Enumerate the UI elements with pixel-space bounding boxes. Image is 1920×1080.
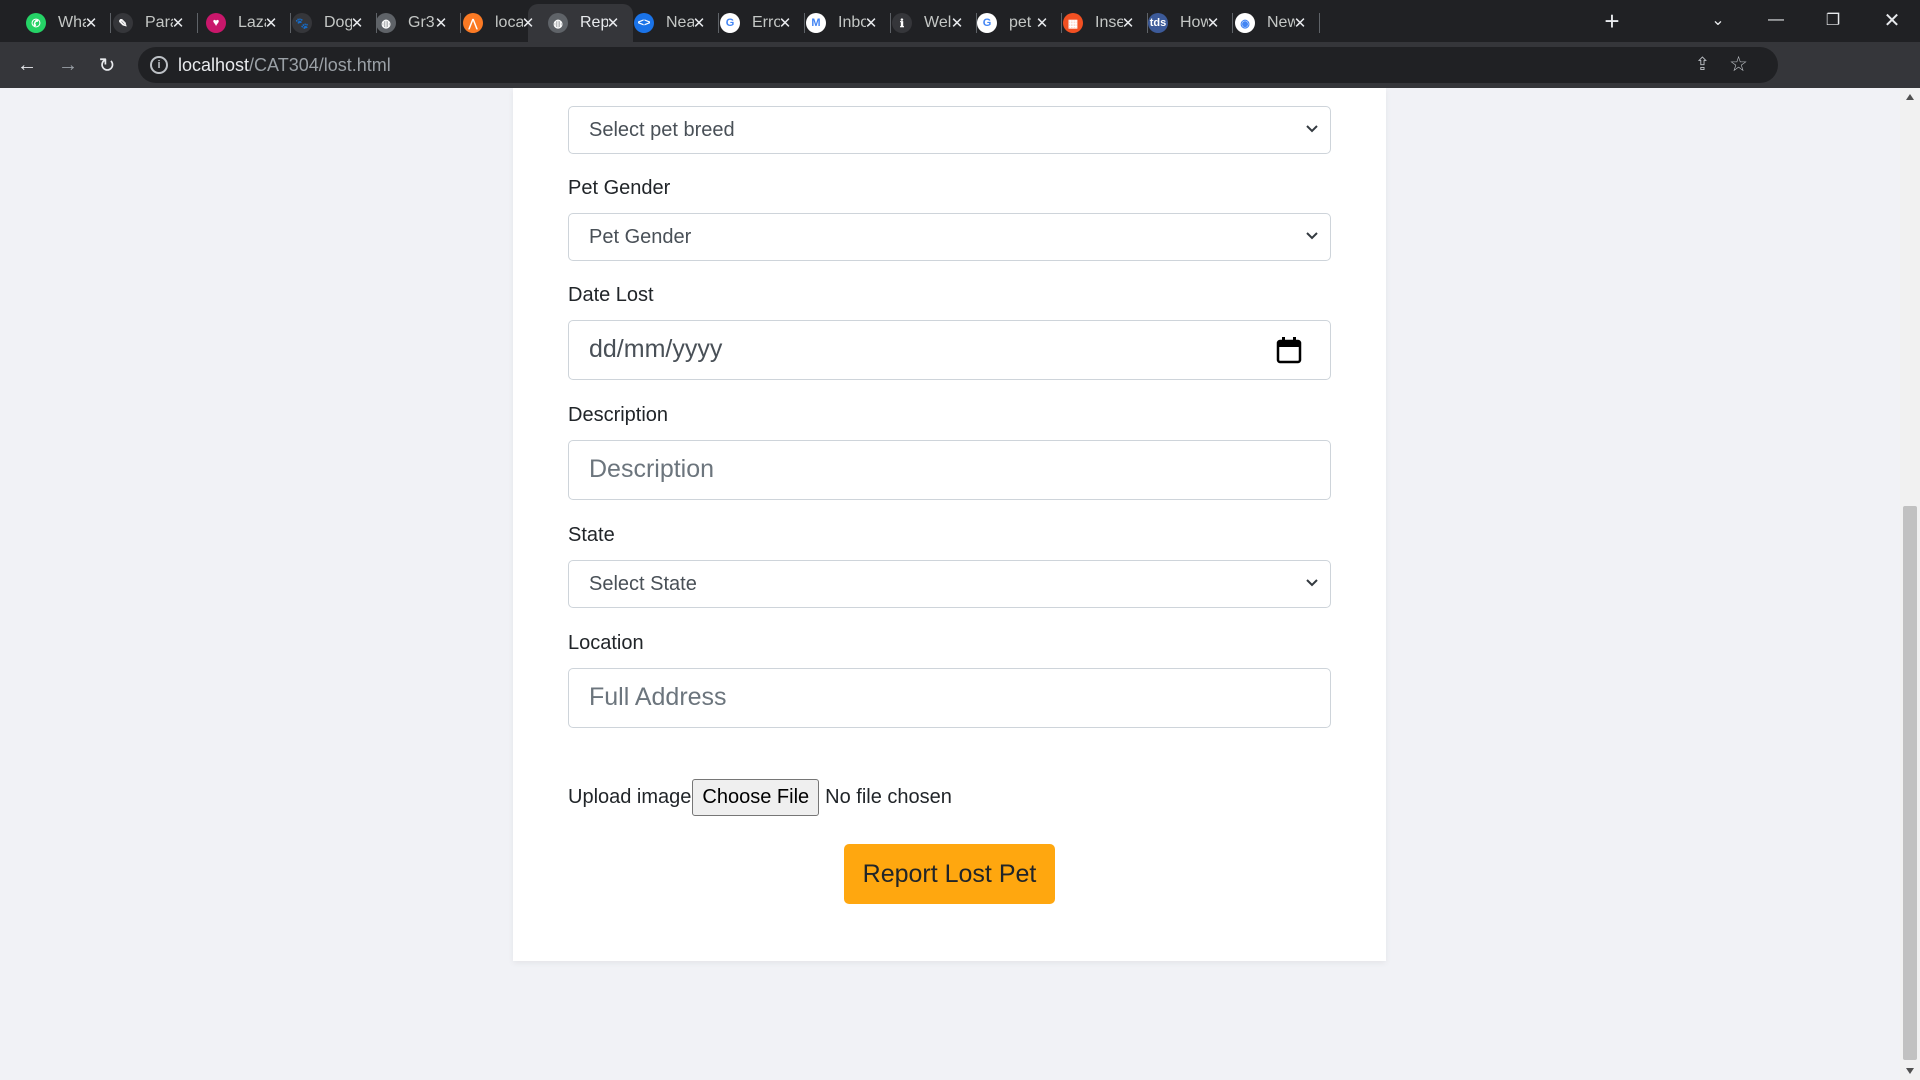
whatsapp-icon: ✆	[26, 13, 46, 33]
tab-separator	[1147, 13, 1148, 33]
globe-icon: ◍	[376, 13, 396, 33]
browser-tab[interactable]: ✆WhatsApp✕	[6, 4, 111, 42]
tab-separator	[1319, 13, 1320, 33]
tab-close-icon[interactable]: ✕	[603, 13, 623, 33]
tab-close-icon[interactable]: ✕	[168, 13, 188, 33]
tab-close-icon[interactable]: ✕	[861, 13, 881, 33]
tab-close-icon[interactable]: ✕	[1290, 13, 1310, 33]
tab-separator	[197, 13, 198, 33]
address-bar[interactable]: i localhost/CAT304/lost.html ⇪ ☆	[138, 47, 1778, 83]
tab-separator	[976, 13, 977, 33]
tab-close-icon[interactable]: ✕	[431, 13, 451, 33]
new-tab-button[interactable]: +	[1598, 8, 1626, 36]
chevron-down-icon	[1306, 232, 1318, 240]
google-icon: G	[720, 13, 740, 33]
tab-separator	[376, 13, 377, 33]
page-scrollbar[interactable]	[1900, 88, 1920, 1080]
tab-close-icon[interactable]: ✕	[1032, 13, 1052, 33]
close-window-button[interactable]: ✕	[1864, 0, 1920, 40]
tds-icon: tds	[1148, 13, 1168, 33]
report-lost-pet-button[interactable]: Report Lost Pet	[844, 844, 1055, 904]
url-path: /CAT304/lost.html	[249, 55, 391, 75]
site-info-icon[interactable]: i	[150, 56, 168, 74]
chrome-icon: ◉	[1235, 13, 1255, 33]
pet-gender-select-value: Pet Gender	[589, 226, 692, 248]
upload-image-row: Upload image Choose File No file chosen	[568, 779, 952, 816]
state-select-value: Select State	[589, 573, 697, 595]
location-placeholder: Full Address	[589, 683, 727, 711]
pet-breed-select[interactable]: Select pet breed	[568, 106, 1331, 154]
date-lost-placeholder: dd/mm/yyyy	[589, 335, 723, 363]
xampp-icon: ⋀	[463, 13, 483, 33]
upload-image-label: Upload image	[568, 786, 692, 808]
location-input[interactable]: Full Address	[568, 668, 1331, 728]
tab-separator	[804, 13, 805, 33]
minimize-button[interactable]: —	[1748, 0, 1804, 40]
tab-close-icon[interactable]: ✕	[81, 13, 101, 33]
tab-close-icon[interactable]: ✕	[689, 13, 709, 33]
file-status-text: No file chosen	[825, 786, 952, 808]
back-button[interactable]: ←	[13, 51, 41, 79]
microsoft-icon: ▦	[1063, 13, 1083, 33]
pet-breed-select-value: Select pet breed	[589, 119, 735, 141]
tab-separator	[1232, 13, 1233, 33]
date-lost-label: Date Lost	[568, 284, 654, 306]
choose-file-button[interactable]: Choose File	[692, 779, 820, 816]
forward-button[interactable]: →	[54, 51, 82, 79]
chevron-down-icon	[1306, 579, 1318, 587]
paw-icon: 🐾	[292, 13, 312, 33]
pet-gender-select[interactable]: Pet Gender	[568, 213, 1331, 261]
location-label: Location	[568, 632, 644, 654]
tab-close-icon[interactable]: ✕	[261, 13, 281, 33]
calendar-icon[interactable]	[1276, 336, 1302, 364]
description-input[interactable]: Description	[568, 440, 1331, 500]
tab-close-icon[interactable]: ✕	[518, 13, 538, 33]
date-lost-input[interactable]: dd/mm/yyyy	[568, 320, 1331, 380]
tab-separator	[460, 13, 461, 33]
globe-icon: ◍	[548, 13, 568, 33]
state-select[interactable]: Select State	[568, 560, 1331, 608]
browser-toolbar: ← → ↻ i localhost/CAT304/lost.html ⇪ ☆ ✱…	[0, 42, 1920, 120]
tab-separator	[890, 13, 891, 33]
info-icon: ℹ	[892, 13, 912, 33]
gmail-icon: M	[806, 13, 826, 33]
lost-pet-form-card: Select pet breed Pet Gender Pet Gender D…	[513, 88, 1386, 961]
page-viewport: Select pet breed Pet Gender Pet Gender D…	[0, 88, 1900, 1080]
tab-close-icon[interactable]: ✕	[1118, 13, 1138, 33]
google-icon: G	[977, 13, 997, 33]
tab-separator	[110, 13, 111, 33]
scroll-down-arrow-icon[interactable]	[1906, 1068, 1914, 1074]
share-icon[interactable]: ⇪	[1695, 54, 1710, 75]
pen-icon: ✎	[113, 13, 133, 33]
tab-close-icon[interactable]: ✕	[947, 13, 967, 33]
tab-separator	[718, 13, 719, 33]
url-text: localhost/CAT304/lost.html	[178, 55, 391, 76]
description-placeholder: Description	[589, 455, 715, 483]
tab-close-icon[interactable]: ✕	[775, 13, 795, 33]
restore-button[interactable]: ❐	[1805, 0, 1861, 40]
code-brackets-icon: <>	[634, 13, 654, 33]
tab-search-button[interactable]: ⌄	[1690, 0, 1746, 40]
bookmark-star-icon[interactable]: ☆	[1729, 52, 1748, 77]
browser-tab[interactable]: ♥Lazada✕	[186, 4, 291, 42]
lazada-heart-icon: ♥	[206, 13, 226, 33]
scrollbar-thumb[interactable]	[1903, 506, 1917, 1060]
tab-close-icon[interactable]: ✕	[347, 13, 367, 33]
state-label: State	[568, 524, 615, 546]
tab-close-icon[interactable]: ✕	[1203, 13, 1223, 33]
description-label: Description	[568, 404, 669, 426]
tab-separator	[1061, 13, 1062, 33]
url-host: localhost	[178, 55, 250, 75]
reload-button[interactable]: ↻	[93, 51, 121, 79]
scroll-up-arrow-icon[interactable]	[1906, 94, 1914, 100]
pet-gender-label: Pet Gender	[568, 177, 671, 199]
browser-tabstrip: ◉New Tab✕tdsHow✕▦Insert✕Gpet✕ℹWelcome✕MI…	[0, 0, 1920, 42]
chevron-down-icon	[1306, 125, 1318, 133]
tab-separator	[290, 13, 291, 33]
